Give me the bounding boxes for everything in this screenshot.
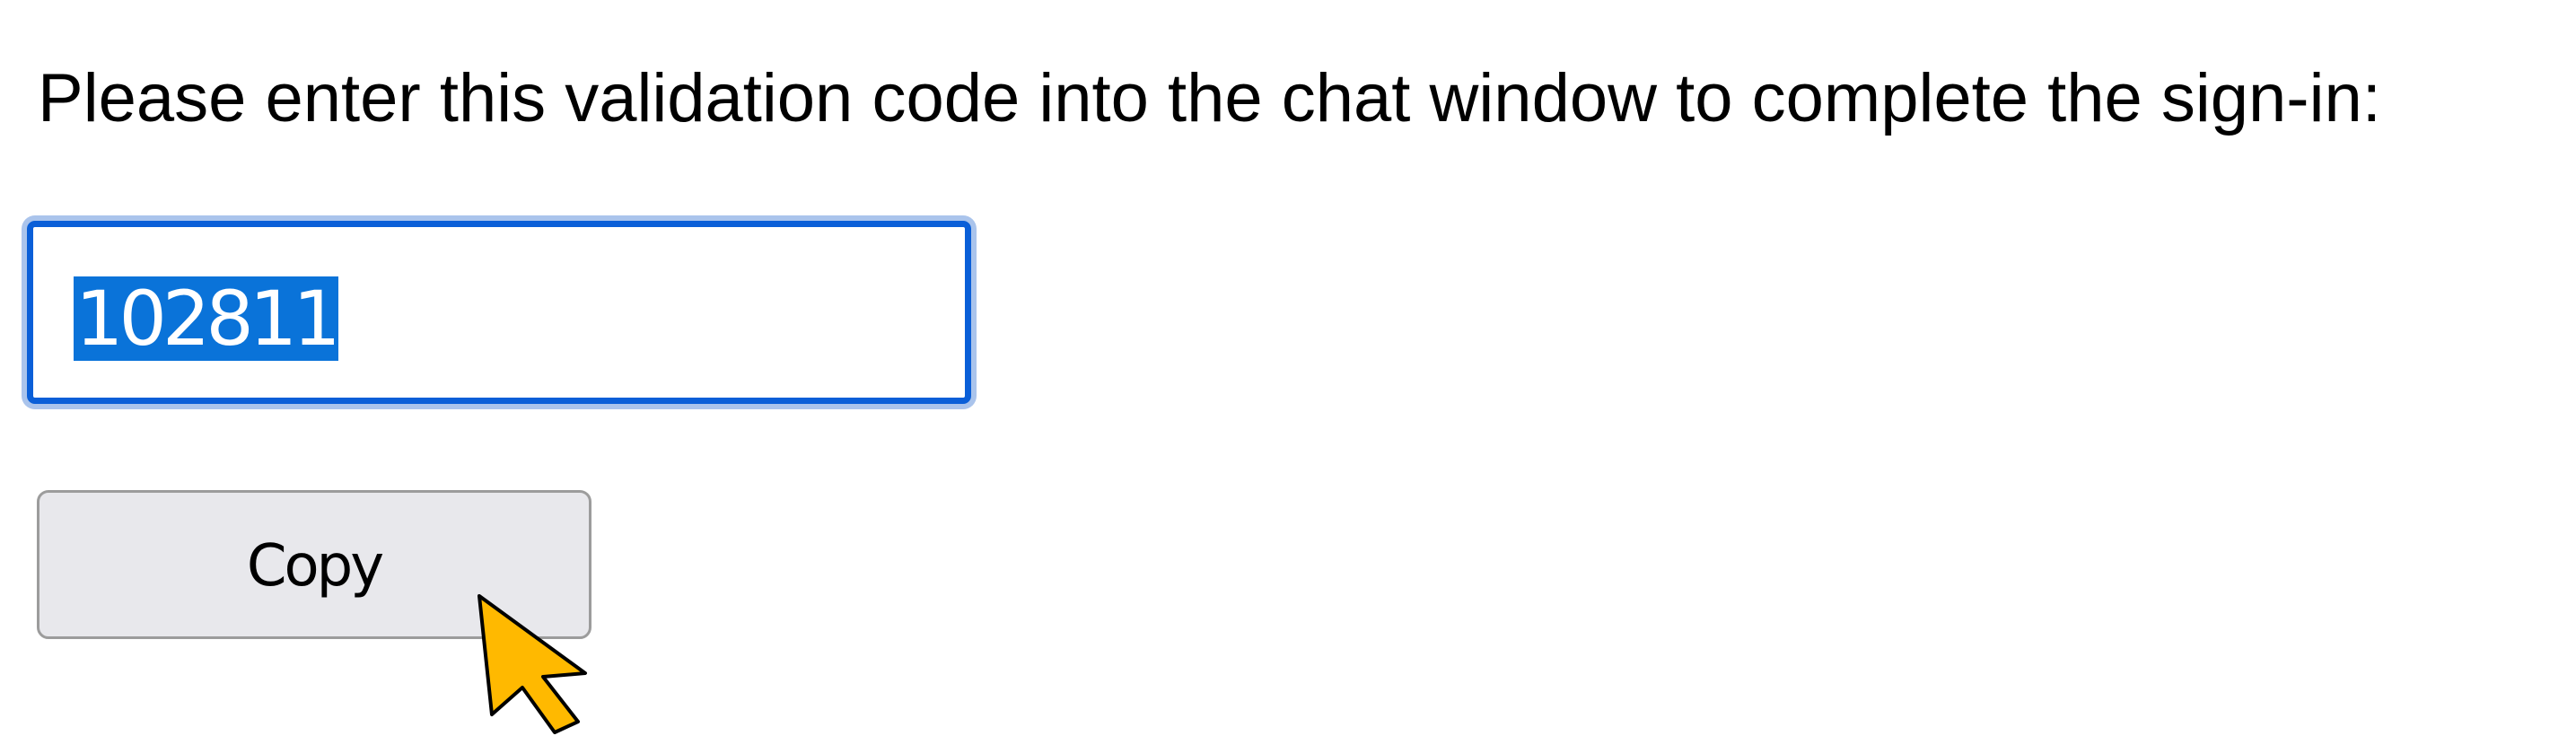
validation-code-field[interactable]: 102811 <box>27 221 971 404</box>
validation-instruction: Please enter this validation code into t… <box>38 60 2381 136</box>
validation-code-value[interactable]: 102811 <box>74 276 341 361</box>
copy-button-label: Copy <box>246 533 384 600</box>
arrow-pointer-icon <box>478 594 587 734</box>
